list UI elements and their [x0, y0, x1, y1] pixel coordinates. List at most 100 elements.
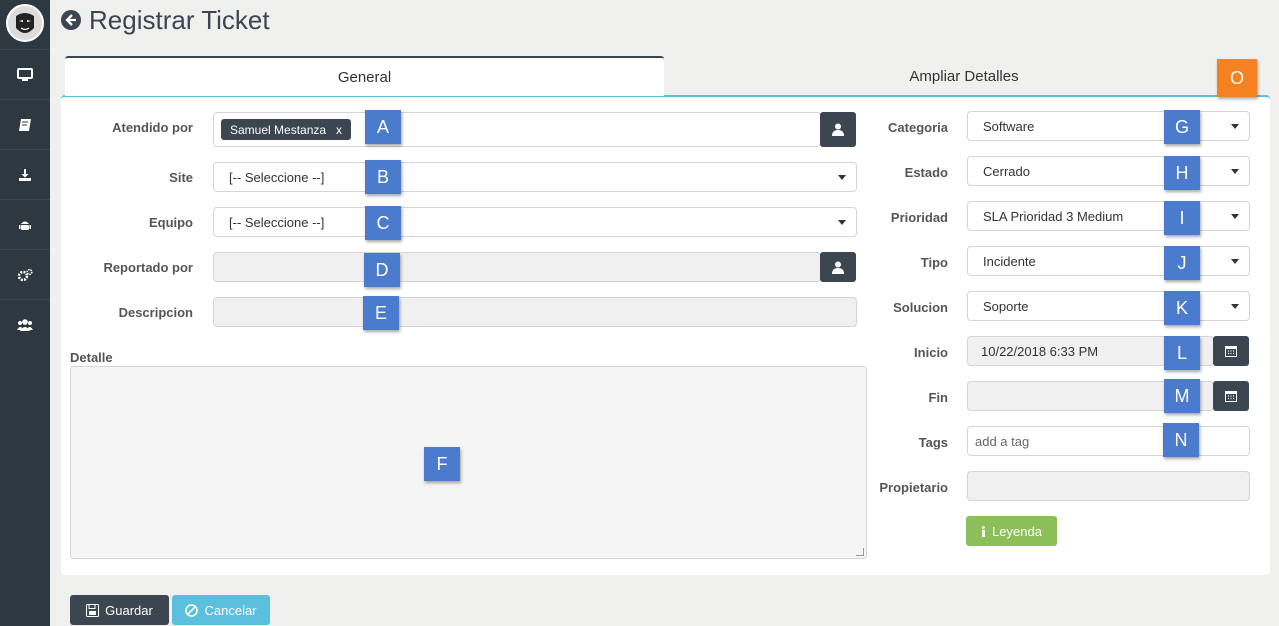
detalle-textarea[interactable]	[70, 366, 867, 559]
guardar-label: Guardar	[105, 602, 153, 618]
tipo-select[interactable]: Incidente	[967, 246, 1250, 276]
calendar-icon	[1225, 346, 1237, 357]
reportado-label: Reportado por	[103, 260, 193, 275]
estado-value: Cerrado	[983, 163, 1030, 179]
fin-label: Fin	[928, 390, 949, 405]
sidebar-item-book[interactable]	[0, 99, 50, 149]
monitor-icon	[17, 67, 33, 81]
site-select[interactable]: [-- Seleccione --]	[213, 162, 857, 192]
marker-g: G	[1164, 110, 1200, 144]
chevron-down-icon	[838, 220, 846, 225]
book-icon	[19, 118, 31, 131]
equipo-label: Equipo	[148, 215, 193, 230]
cancelar-button[interactable]: Cancelar	[172, 595, 270, 625]
atendido-chip: Samuel Mestanza x	[221, 119, 352, 140]
sidebar	[0, 0, 50, 626]
marker-a: A	[365, 110, 401, 144]
solucion-select[interactable]: Soporte	[967, 291, 1250, 321]
inicio-label: Inicio	[914, 345, 948, 360]
logo-avatar[interactable]	[6, 4, 44, 42]
detalle-label: Detalle	[70, 350, 113, 365]
sidebar-item-users[interactable]	[0, 299, 50, 349]
atendido-chip-label: Samuel Mestanza	[230, 122, 327, 137]
prioridad-select[interactable]: SLA Prioridad 3 Medium	[967, 201, 1250, 231]
user-icon	[832, 123, 844, 136]
chevron-down-icon	[1231, 304, 1239, 309]
ban-icon	[185, 603, 199, 617]
page-title-text: Registrar Ticket	[89, 4, 270, 35]
marker-k: K	[1164, 291, 1200, 325]
categoria-label: Categoria	[888, 120, 948, 135]
tags-label: Tags	[918, 435, 948, 450]
tab-ampliar-detalles[interactable]: Ampliar Detalles	[664, 56, 1264, 96]
calendar-icon	[1225, 391, 1237, 402]
categoria-select[interactable]: Software	[967, 111, 1250, 141]
fin-calendar-button[interactable]	[1213, 381, 1249, 411]
page-title: Registrar Ticket	[60, 4, 270, 36]
tipo-value: Incidente	[983, 253, 1036, 269]
chevron-down-icon	[1231, 169, 1239, 174]
prioridad-label: Prioridad	[890, 210, 948, 225]
sidebar-item-settings[interactable]	[0, 249, 50, 299]
chip-remove-button[interactable]: x	[336, 123, 342, 137]
marker-j: J	[1164, 246, 1200, 280]
cancelar-label: Cancelar	[204, 602, 257, 618]
users-icon	[17, 318, 33, 331]
marker-e: E	[363, 296, 399, 330]
user-icon	[832, 261, 844, 274]
back-arrow-icon[interactable]	[60, 9, 82, 31]
chevron-down-icon	[1231, 259, 1239, 264]
site-label: Site	[169, 170, 193, 185]
save-icon	[86, 603, 100, 617]
resize-handle-icon[interactable]	[856, 548, 864, 556]
tags-placeholder: add a tag	[975, 433, 1030, 449]
descripcion-label: Descripcion	[118, 305, 193, 320]
mask-logo-icon	[8, 6, 42, 40]
inicio-value: 10/22/2018 6:33 PM	[981, 343, 1099, 359]
chevron-down-icon	[1231, 214, 1239, 219]
leyenda-button[interactable]: Leyenda	[966, 516, 1057, 546]
download-icon	[19, 168, 31, 181]
descripcion-field[interactable]	[213, 297, 857, 327]
propietario-field[interactable]	[967, 471, 1250, 501]
reportado-user-button[interactable]	[820, 252, 856, 282]
solucion-label: Solucion	[893, 300, 948, 315]
cogs-icon	[17, 268, 33, 281]
marker-f: F	[424, 447, 460, 481]
atendido-user-button[interactable]	[820, 112, 856, 147]
marker-i: I	[1164, 201, 1200, 235]
marker-h: H	[1164, 156, 1200, 190]
marker-o: O	[1217, 59, 1257, 97]
equipo-value: [-- Seleccione --]	[229, 214, 325, 230]
estado-label: Estado	[904, 165, 948, 180]
site-value: [-- Seleccione --]	[229, 169, 325, 185]
chevron-down-icon	[838, 175, 846, 180]
reportado-field[interactable]	[213, 252, 821, 282]
info-icon	[982, 525, 986, 537]
marker-m: M	[1164, 379, 1200, 413]
marker-l: L	[1164, 336, 1200, 370]
leyenda-label: Leyenda	[992, 523, 1042, 539]
prioridad-value: SLA Prioridad 3 Medium	[983, 208, 1124, 224]
equipo-select[interactable]: [-- Seleccione --]	[213, 207, 857, 237]
marker-n: N	[1163, 423, 1199, 457]
propietario-label: Propietario	[879, 480, 948, 495]
solucion-value: Soporte	[983, 298, 1029, 314]
atendido-field[interactable]: Samuel Mestanza x	[213, 112, 821, 147]
categoria-value: Software	[983, 118, 1035, 134]
sidebar-item-monitor[interactable]	[0, 49, 50, 99]
marker-b: B	[365, 160, 401, 194]
tab-general[interactable]: General	[65, 56, 664, 96]
inicio-calendar-button[interactable]	[1213, 336, 1249, 366]
marker-c: C	[365, 206, 401, 240]
estado-select[interactable]: Cerrado	[967, 156, 1250, 186]
guardar-button[interactable]: Guardar	[70, 595, 169, 625]
marker-d: D	[364, 253, 400, 287]
chevron-down-icon	[1231, 124, 1239, 129]
android-icon	[19, 221, 31, 230]
sidebar-item-download[interactable]	[0, 149, 50, 199]
sidebar-item-android[interactable]	[0, 199, 50, 249]
atendido-label: Atendido por	[112, 120, 193, 135]
tipo-label: Tipo	[920, 255, 948, 270]
tags-input[interactable]: add a tag	[967, 426, 1250, 456]
